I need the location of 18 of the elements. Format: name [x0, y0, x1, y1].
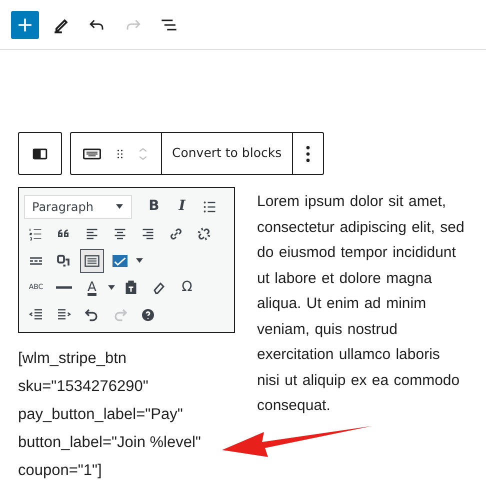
bold-button[interactable]: B	[142, 194, 166, 218]
format-select[interactable]: Paragraph	[24, 194, 132, 218]
toolbar-toggle-button[interactable]	[80, 248, 104, 272]
italic-button[interactable]: I	[170, 194, 194, 218]
caret-icon[interactable]	[136, 258, 143, 263]
paragraph: Lorem ipsum dolor sit amet, consectetur adipiscing elit, sed do eiusmod tempor incididunt ut labore et dolore magna aliqua. Ut enim ad minim veniam, quis nostrud exercitation ullamco laboris nisi ut aliquip ex ea commodo consequat.	[257, 192, 466, 416]
shortcode-line: sku="1534276290"	[18, 377, 150, 397]
caret-icon[interactable]	[108, 285, 115, 290]
shortcode-line: [wlm_stripe_btn	[18, 349, 128, 369]
more-options-icon	[306, 146, 310, 162]
text-color-button[interactable]: A	[80, 276, 104, 300]
add-block-button[interactable]	[11, 10, 39, 38]
shortcode-line: coupon="1"]	[18, 461, 103, 481]
special-character-button[interactable]: Ω	[175, 276, 199, 300]
caret-icon	[116, 204, 123, 209]
shortcode-line: pay_button_label="Pay"	[18, 405, 184, 425]
horizontal-line-icon	[56, 286, 72, 289]
shortcode-line: button_label="Join %level"	[18, 433, 202, 453]
